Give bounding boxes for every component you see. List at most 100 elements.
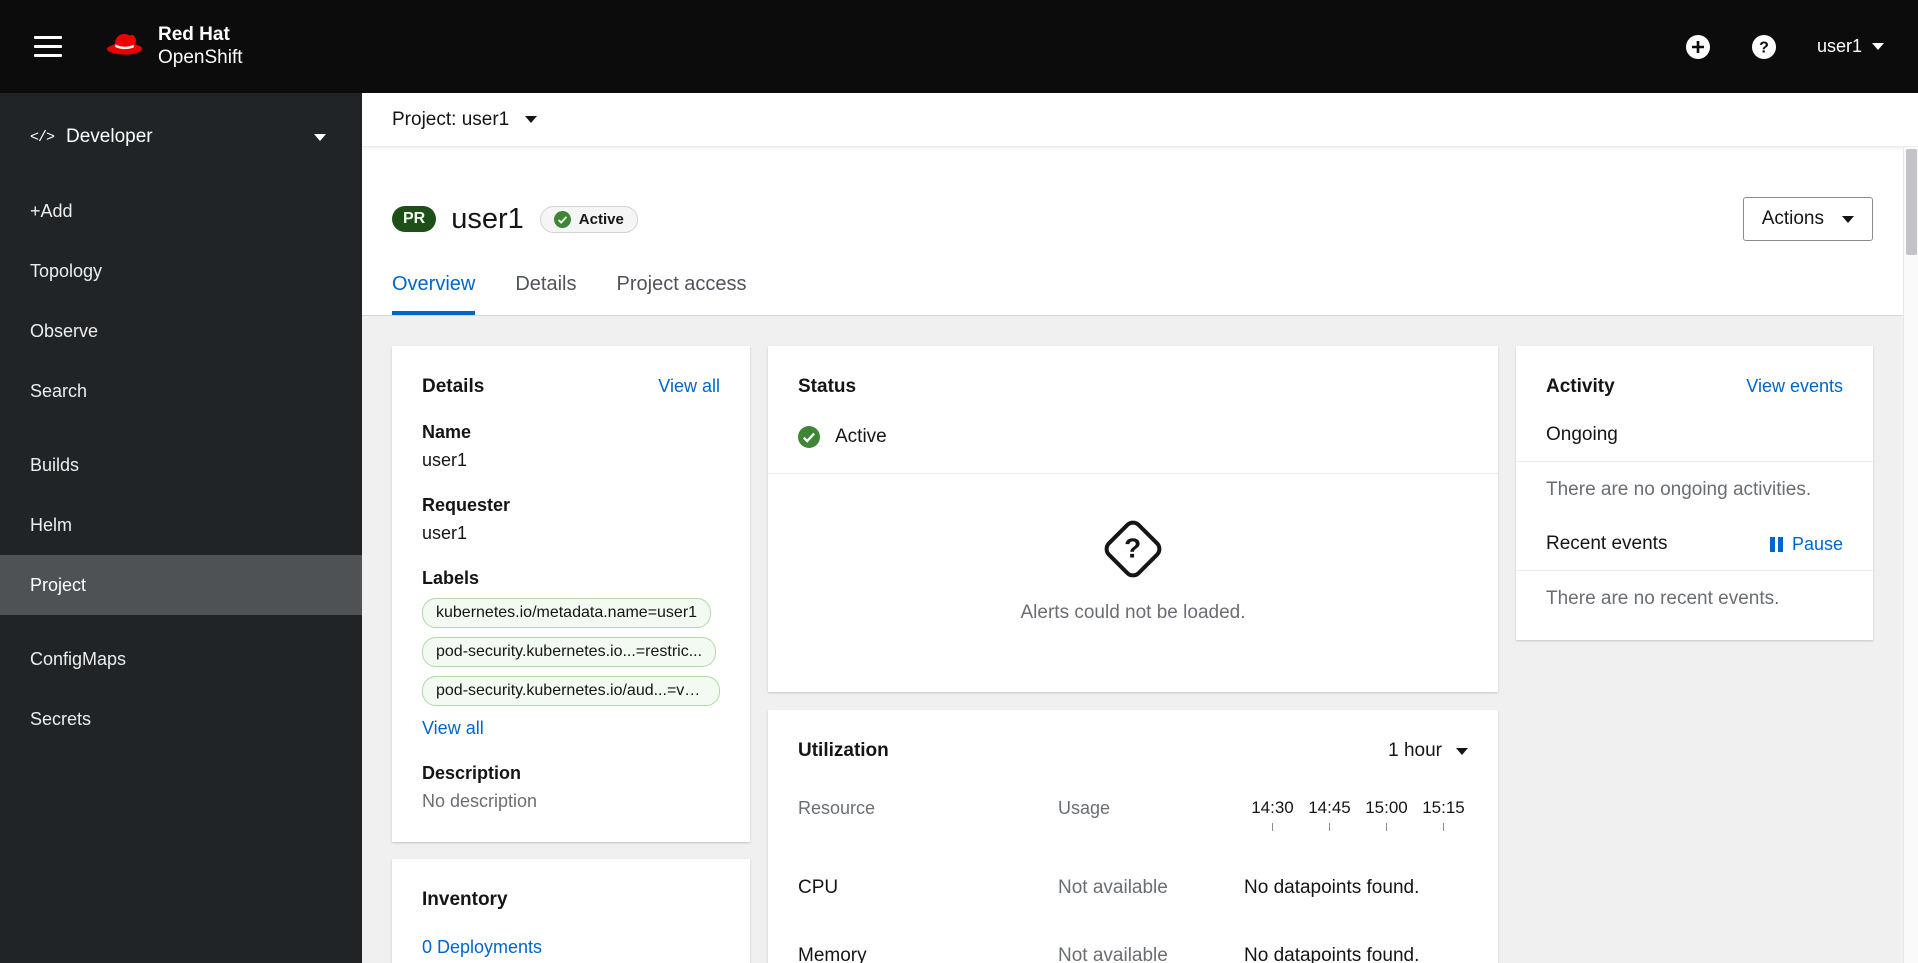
status-card-title: Status bbox=[798, 376, 857, 397]
recent-events-empty-message: There are no recent events. bbox=[1546, 588, 1780, 609]
sidebar-item-builds[interactable]: Builds bbox=[0, 435, 362, 495]
nav-section-gap bbox=[0, 615, 362, 629]
view-events-link[interactable]: View events bbox=[1746, 376, 1843, 397]
description-label: Description bbox=[422, 763, 522, 783]
time-axis-label: 14:30 bbox=[1244, 798, 1301, 831]
unknown-status-icon: ? bbox=[1100, 516, 1166, 582]
chevron-down-icon bbox=[1842, 215, 1854, 223]
sidebar-item-configmaps[interactable]: ConfigMaps bbox=[0, 629, 362, 689]
sidebar-item-project[interactable]: Project bbox=[0, 555, 362, 615]
axis-tick bbox=[1443, 823, 1444, 831]
requester-label: Requester bbox=[422, 495, 511, 515]
labels-label: Labels bbox=[422, 568, 480, 588]
actions-dropdown-button[interactable]: Actions bbox=[1742, 197, 1873, 241]
time-axis-label: 15:15 bbox=[1415, 798, 1472, 831]
sidebar-item-secrets[interactable]: Secrets bbox=[0, 689, 362, 749]
resource-datapoints: No datapoints found. bbox=[1244, 945, 1420, 963]
overview-dashboard: Details View all Name user1 Requester us… bbox=[362, 316, 1918, 963]
sidebar-nav: </> Developer +Add Topology Observe Sear… bbox=[0, 93, 362, 963]
masthead-toolbar: ? user1 bbox=[1685, 34, 1884, 60]
nav-group-main: +Add Topology Observe Search bbox=[0, 181, 362, 421]
project-status-row: Active bbox=[798, 426, 1468, 448]
sidebar-item-helm[interactable]: Helm bbox=[0, 495, 362, 555]
project-select-dropdown[interactable]: Project: user1 bbox=[392, 109, 538, 131]
sidebar-item-add[interactable]: +Add bbox=[0, 181, 362, 241]
pause-label: Pause bbox=[1791, 533, 1843, 554]
ongoing-label: Ongoing bbox=[1546, 424, 1618, 445]
description-value: No description bbox=[422, 791, 538, 811]
page-header: PR user1 Active Actions Overview Details bbox=[362, 147, 1918, 316]
activity-column: Activity View events Ongoing There are n… bbox=[1516, 346, 1873, 640]
inventory-card-title: Inventory bbox=[422, 889, 508, 910]
time-axis-label: 14:45 bbox=[1301, 798, 1358, 831]
name-value: user1 bbox=[422, 450, 468, 470]
user-menu[interactable]: user1 bbox=[1817, 36, 1884, 57]
scrollbar-track[interactable] bbox=[1903, 147, 1918, 963]
resource-usage: Not available bbox=[1058, 945, 1168, 963]
activity-card: Activity View events Ongoing There are n… bbox=[1516, 346, 1873, 640]
masthead: Red Hat OpenShift ? user1 bbox=[0, 0, 1918, 93]
sidebar-item-observe[interactable]: Observe bbox=[0, 301, 362, 361]
usage-column-header: Usage bbox=[1058, 798, 1111, 818]
tab-details[interactable]: Details bbox=[515, 273, 576, 315]
nav-section-gap bbox=[0, 421, 362, 435]
resource-name: Memory bbox=[798, 945, 867, 963]
sidebar-item-search[interactable]: Search bbox=[0, 361, 362, 421]
brand-logo[interactable]: Red Hat OpenShift bbox=[100, 24, 243, 70]
brand-line1: Red Hat bbox=[158, 23, 230, 45]
page-title: user1 bbox=[451, 202, 524, 235]
duration-dropdown[interactable]: 1 hour bbox=[1388, 740, 1468, 762]
alerts-empty-message: Alerts could not be loaded. bbox=[1020, 602, 1246, 623]
check-circle-icon bbox=[553, 210, 571, 228]
label-chip[interactable]: pod-security.kubernetes.io...=restric... bbox=[422, 637, 717, 667]
project-resource-badge: PR bbox=[392, 206, 437, 232]
ongoing-empty-message: There are no ongoing activities. bbox=[1546, 479, 1812, 500]
details-card: Details View all Name user1 Requester us… bbox=[392, 346, 750, 842]
redhat-fedora-icon bbox=[106, 33, 143, 55]
user-menu-label: user1 bbox=[1816, 36, 1862, 56]
label-chip[interactable]: pod-security.kubernetes.io/aud...=v1.... bbox=[422, 676, 720, 706]
perspective-switcher[interactable]: </> Developer bbox=[0, 93, 362, 181]
scrollbar-thumb[interactable] bbox=[1906, 149, 1917, 255]
svg-text:?: ? bbox=[1759, 39, 1769, 56]
help-button[interactable]: ? bbox=[1751, 34, 1777, 60]
duration-selected-label: 1 hour bbox=[1388, 740, 1442, 761]
name-label: Name bbox=[422, 422, 472, 442]
recent-events-section-header: Recent events Pause bbox=[1546, 517, 1843, 570]
plus-circle-icon bbox=[1685, 34, 1710, 59]
nav-toggle-button[interactable] bbox=[34, 36, 62, 57]
actions-label: Actions bbox=[1761, 208, 1824, 229]
alerts-empty-state: ? Alerts could not be loaded. bbox=[798, 474, 1468, 662]
resource-name: CPU bbox=[798, 877, 839, 898]
utilization-card-title: Utilization bbox=[798, 740, 889, 761]
tab-overview[interactable]: Overview bbox=[392, 273, 476, 315]
status-badge-label: Active bbox=[578, 210, 624, 228]
title-row: PR user1 Active Actions bbox=[392, 197, 1873, 241]
activity-card-title: Activity bbox=[1546, 376, 1615, 397]
labels-group: kubernetes.io/metadata.name=user1 pod-se… bbox=[422, 589, 720, 739]
tabs: Overview Details Project access bbox=[392, 273, 1873, 315]
chevron-down-icon bbox=[1872, 43, 1884, 50]
ongoing-section-header: Ongoing bbox=[1546, 398, 1843, 461]
project-selector-bar: Project: user1 bbox=[362, 93, 1918, 147]
brand-line2: OpenShift bbox=[158, 46, 243, 68]
time-axis: 14:30 14:45 15:00 15:15 bbox=[1244, 798, 1472, 831]
utilization-card: Utilization 1 hour Resource Usage 14:30 bbox=[768, 710, 1498, 963]
labels-view-all-link[interactable]: View all bbox=[422, 718, 484, 739]
code-icon: </> bbox=[30, 128, 55, 146]
recent-events-label: Recent events bbox=[1546, 533, 1668, 554]
import-shortcut-button[interactable] bbox=[1685, 34, 1711, 60]
pause-events-button[interactable]: Pause bbox=[1769, 533, 1843, 555]
perspective-label: Developer bbox=[66, 126, 153, 147]
tab-project-access[interactable]: Project access bbox=[617, 273, 747, 315]
sidebar-item-topology[interactable]: Topology bbox=[0, 241, 362, 301]
utilization-row-memory: Memory Not available No datapoints found… bbox=[798, 945, 1468, 963]
label-chip[interactable]: kubernetes.io/metadata.name=user1 bbox=[422, 598, 712, 628]
deployments-count-link[interactable]: 0 Deployments bbox=[422, 937, 542, 958]
project-status-label: Active bbox=[835, 426, 887, 447]
question-circle-icon: ? bbox=[1751, 34, 1776, 59]
details-view-all-link[interactable]: View all bbox=[658, 376, 720, 397]
details-card-title: Details bbox=[422, 376, 485, 397]
chevron-down-icon bbox=[525, 116, 538, 123]
resource-column-header: Resource bbox=[798, 798, 876, 818]
